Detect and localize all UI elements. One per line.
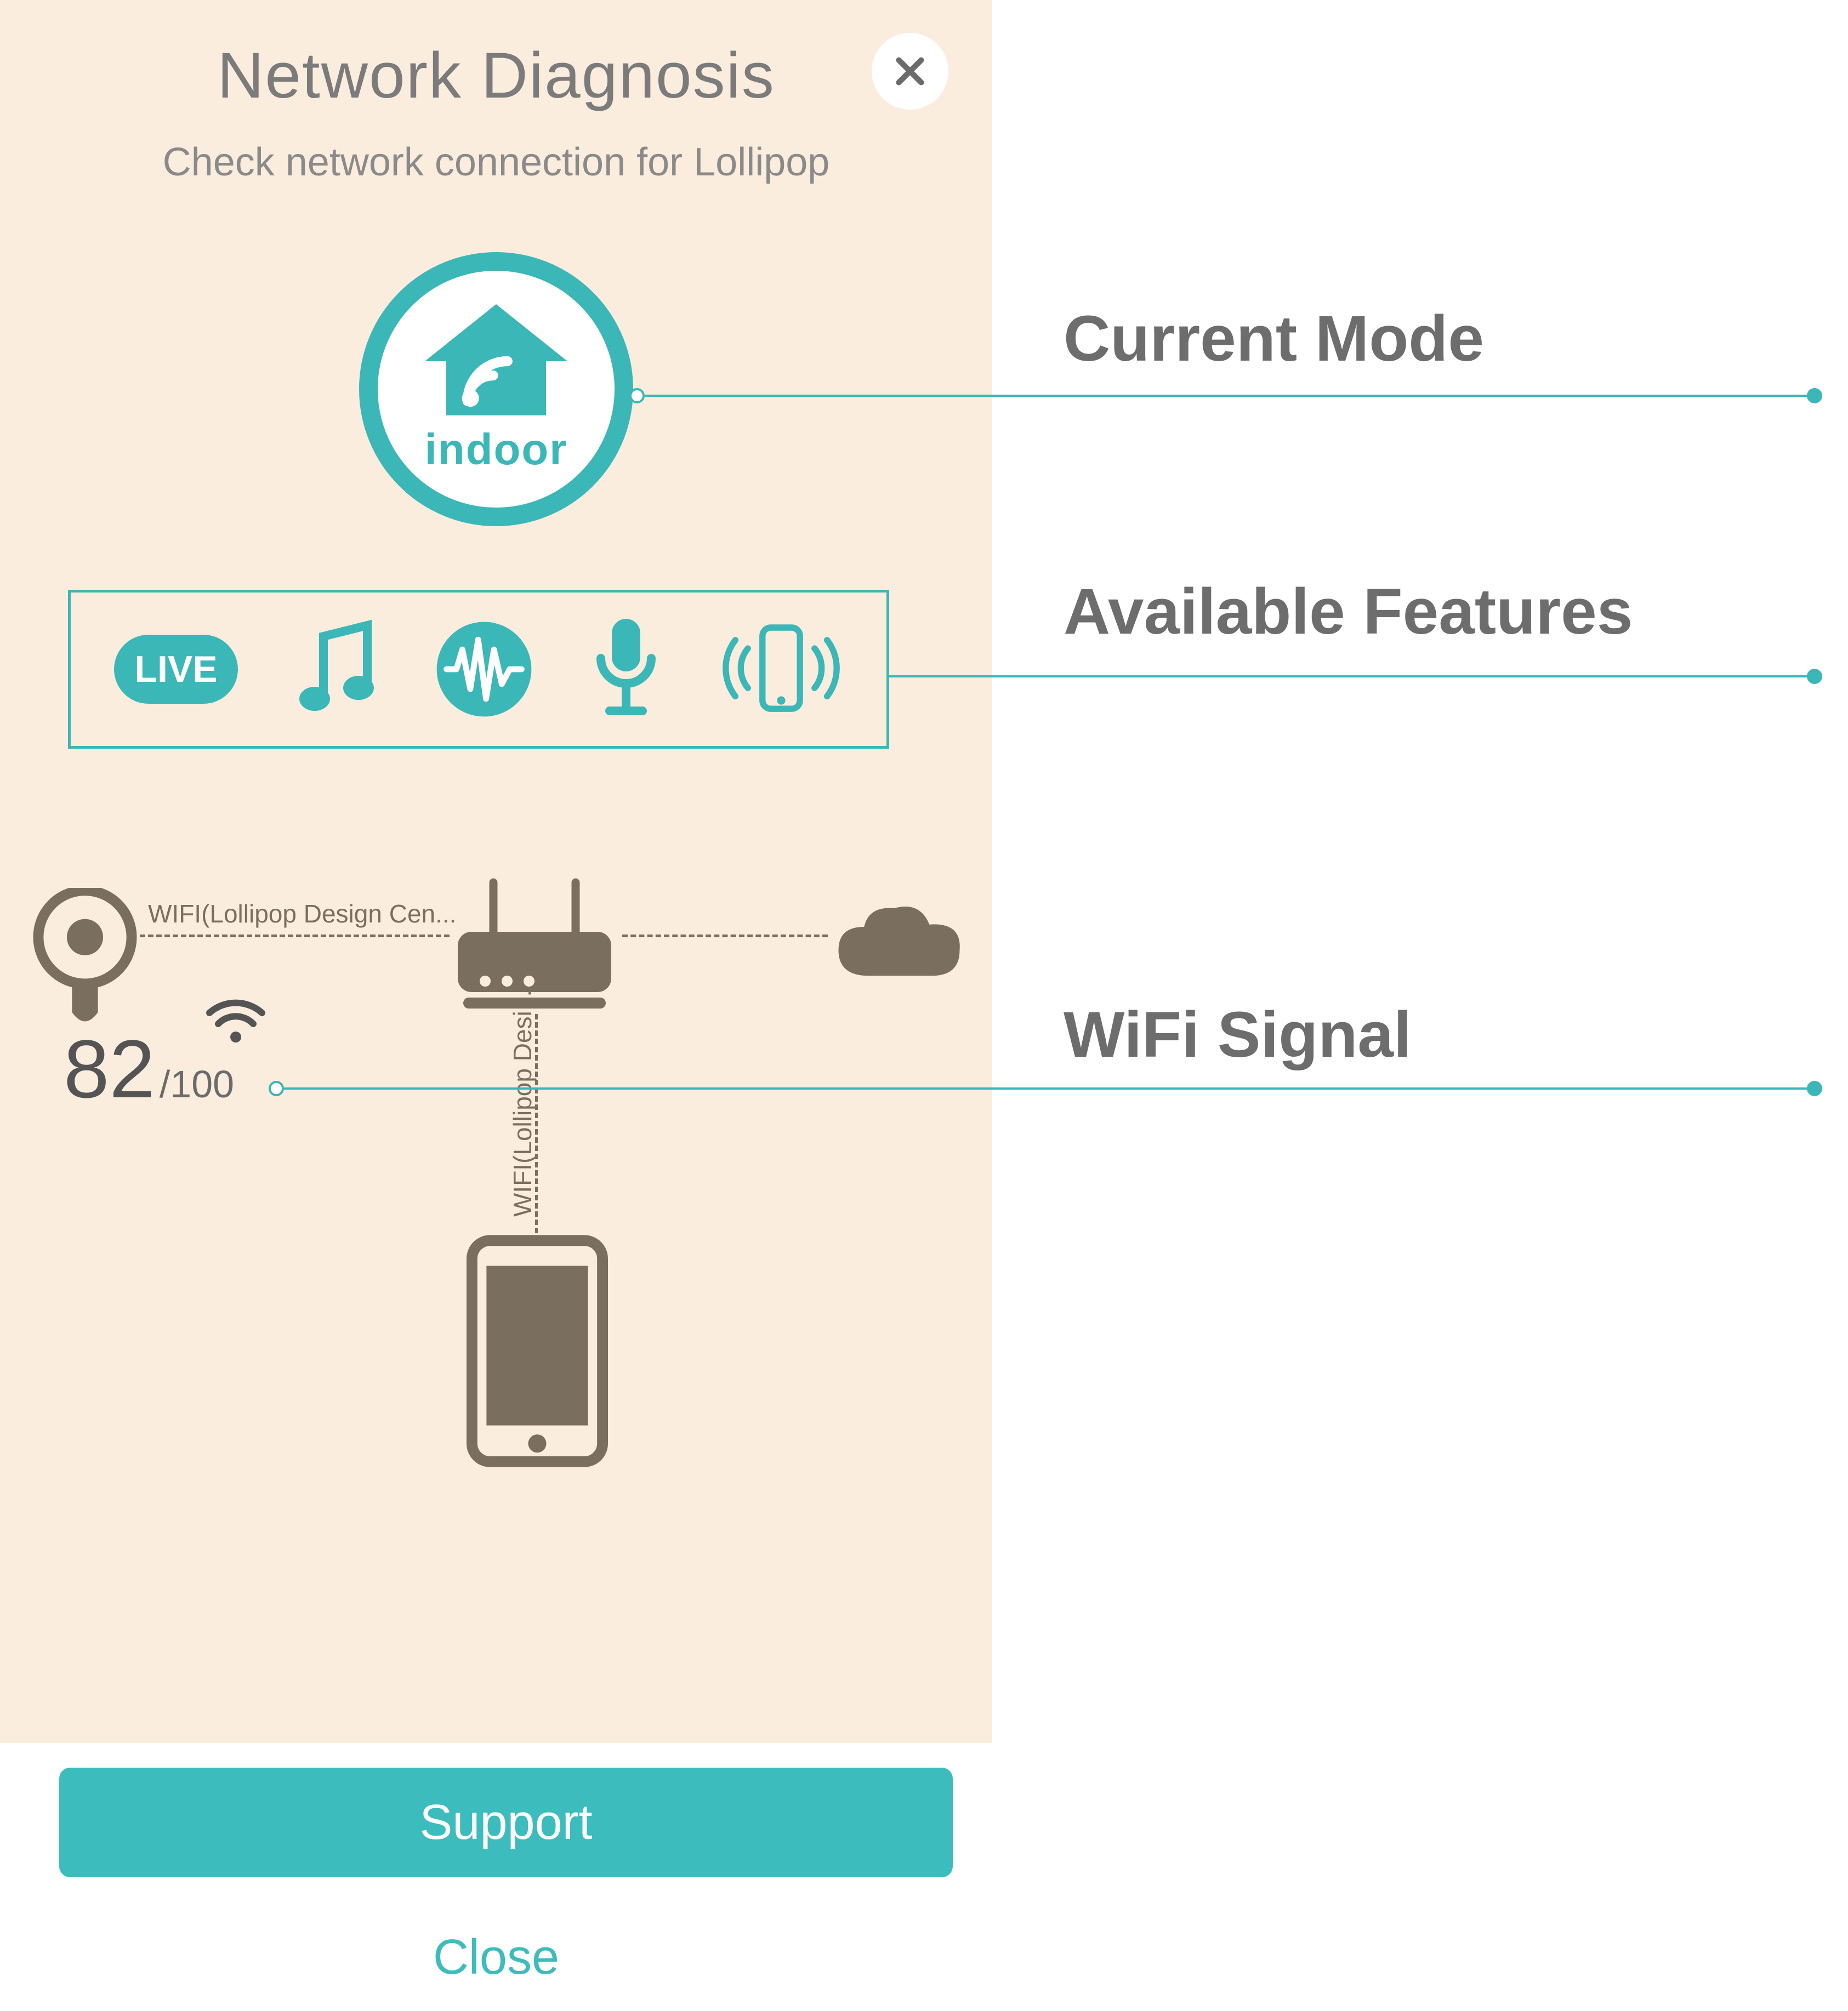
svg-text:LIVE: LIVE bbox=[134, 648, 217, 690]
diagnosis-panel: Network Diagnosis Check network connecti… bbox=[0, 0, 992, 1743]
close-text-button[interactable]: Close bbox=[0, 1929, 992, 1986]
callout-endpoint-mode bbox=[1807, 388, 1822, 403]
camera-icon bbox=[33, 888, 137, 1030]
callout-line-signal bbox=[284, 1087, 1812, 1090]
close-icon bbox=[891, 52, 929, 90]
mode-label: indoor bbox=[425, 424, 568, 475]
callout-endpoint-features bbox=[1807, 669, 1822, 684]
signal-max: /100 bbox=[160, 1062, 234, 1106]
feature-phone-alert bbox=[718, 617, 844, 721]
close-text-button-label: Close bbox=[433, 1930, 559, 1985]
feature-microphone bbox=[585, 614, 667, 724]
link-camera-router bbox=[140, 935, 450, 937]
smartphone-icon bbox=[460, 1233, 614, 1469]
current-mode-badge: indoor bbox=[359, 252, 633, 526]
network-diagram: WIFI(Lollipop Design Cen... WIFI(Lollipo… bbox=[33, 855, 965, 1513]
music-note-icon bbox=[290, 620, 383, 719]
close-button[interactable] bbox=[872, 33, 948, 110]
features-box: LIVE bbox=[68, 590, 889, 749]
callout-label-mode: Current Mode bbox=[1064, 301, 1484, 376]
feature-live: LIVE bbox=[113, 634, 239, 705]
page-subtitle: Check network connection for Lollipop bbox=[0, 140, 992, 185]
feature-music bbox=[290, 620, 383, 719]
waveform-circle-icon bbox=[435, 620, 533, 719]
callout-label-signal: WiFi Signal bbox=[1064, 998, 1412, 1072]
camera-wifi-label: WIFI(Lollipop Design Cen... bbox=[148, 899, 456, 928]
callout-label-features: Available Features bbox=[1064, 574, 1633, 649]
feature-sound-detection bbox=[435, 620, 533, 719]
signal-value: 82 bbox=[64, 1022, 155, 1116]
phone-wifi-label: WIFI(Lollipop Desi... bbox=[508, 990, 537, 1217]
wifi-signal-score: 82 /100 bbox=[64, 1022, 234, 1116]
support-button-label: Support bbox=[419, 1794, 592, 1851]
support-button[interactable]: Support bbox=[59, 1768, 953, 1877]
callout-anchor-signal bbox=[269, 1081, 284, 1096]
callout-line-mode bbox=[645, 395, 1812, 397]
house-wifi-icon bbox=[425, 304, 567, 419]
callout-anchor-mode bbox=[629, 388, 645, 403]
microphone-icon bbox=[585, 614, 667, 724]
page-title: Network Diagnosis bbox=[0, 38, 992, 113]
callout-endpoint-signal bbox=[1807, 1081, 1822, 1096]
phone-vibrate-icon bbox=[718, 617, 844, 721]
callout-line-features bbox=[889, 675, 1812, 677]
cloud-icon bbox=[828, 899, 970, 992]
live-badge-icon: LIVE bbox=[113, 634, 239, 705]
link-router-cloud bbox=[622, 935, 828, 937]
